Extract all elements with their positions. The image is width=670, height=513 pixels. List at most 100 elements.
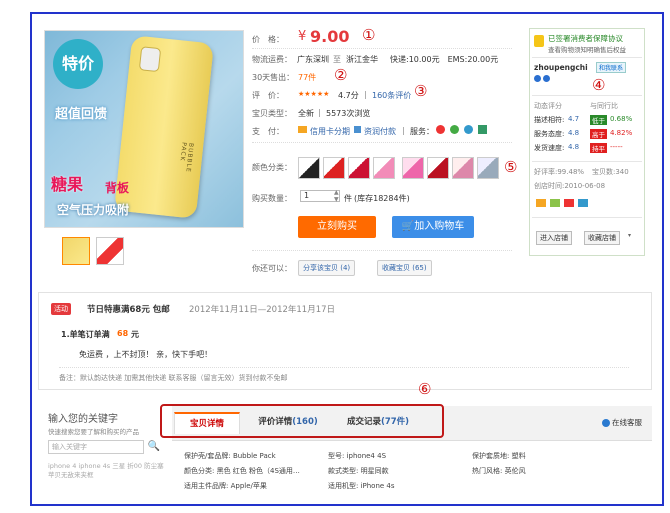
rating-sep: | — [364, 90, 367, 99]
price-label: 价 格： — [252, 35, 284, 44]
divider — [252, 250, 512, 251]
color-swatch[interactable] — [373, 157, 395, 179]
search-input[interactable]: 输入关键字 — [48, 440, 144, 454]
guarantee-subtitle[interactable]: 查看购物须知明确售后权益 — [548, 44, 626, 54]
dynamic-rating-title: 动态评分 — [534, 102, 562, 110]
score-row-label: 发货速度: — [534, 144, 565, 152]
tab-transactions[interactable]: 成交记录(77件) — [336, 412, 420, 432]
service-label: 服务： — [410, 127, 434, 136]
buy-now-button[interactable]: 立刻购买 — [298, 216, 376, 238]
shop-search-panel: 输入您的关键字 快速搜索您要了解和购买的产品 输入关键字 🔍 iphone 4 … — [42, 406, 168, 504]
service-icon — [550, 199, 560, 207]
ship-sep: 至 — [333, 55, 341, 64]
share-button[interactable]: 分享该宝贝 (4) — [298, 260, 356, 276]
shop-created: 创店时间:2010-06-08 — [534, 182, 606, 190]
attribute-item: 保护壳/套品牌: Bubble Pack — [184, 452, 276, 460]
seller-panel: 已签署消费者保障协议 查看购物须知明确售后权益 zhoupengchi 和我联系… — [529, 28, 645, 256]
promo-badge: 活动 — [51, 303, 71, 315]
tab-count: (77件) — [380, 417, 410, 427]
item-count: 宝贝数:340 — [592, 168, 629, 176]
online-service-link[interactable]: 在线客服 — [612, 417, 642, 428]
color-swatch[interactable] — [477, 157, 499, 179]
tab-label: 宝贝详情 — [189, 419, 224, 429]
divider — [532, 161, 642, 162]
marker-3: ③ — [414, 82, 428, 100]
special-price-badge: 特价 — [53, 39, 103, 89]
contact-seller-button[interactable]: 和我联系 — [596, 62, 627, 73]
color-swatch[interactable] — [298, 157, 320, 179]
compare-title: 与同行比 — [590, 102, 618, 110]
marker-2: ② — [334, 66, 348, 84]
photo-text-suction: 空气压力吸附 — [57, 203, 130, 217]
score-row-label: 描述相符: — [534, 116, 565, 124]
cart-icon: 🛒 — [401, 221, 415, 232]
promotion-box: 活动 节日特惠满68元 包邮 2012年11月11日—2012年11月17日 1… — [38, 292, 652, 390]
seller-level-icon — [534, 75, 541, 82]
thumbnail-1[interactable] — [62, 237, 90, 265]
ship-to[interactable]: 浙江金华 — [346, 54, 378, 65]
seller-level-icon — [543, 75, 550, 82]
thumbnail-2[interactable] — [96, 237, 124, 265]
quantity-unit: 件 — [344, 194, 352, 203]
marker-5: ⑤ — [504, 158, 518, 176]
color-swatch[interactable] — [402, 157, 424, 179]
marker-4: ④ — [592, 76, 606, 94]
compare-tag: 低于 — [590, 115, 607, 125]
attribute-item: 款式类型: 明星同款 — [328, 467, 389, 475]
search-icon[interactable]: 🔍 — [146, 440, 162, 454]
camera-hole — [138, 46, 162, 73]
tab-item-detail[interactable]: 宝贝详情 — [174, 412, 240, 434]
item-type-label: 宝贝类型： — [252, 109, 292, 118]
credit-installment-link[interactable]: 信用卡分期 — [310, 126, 350, 137]
favorite-item-button[interactable]: 收藏宝贝 (65) — [377, 260, 432, 276]
promo-benefit: 免运费 ，上不封顶！ 亲，快下手吧！ — [79, 350, 213, 359]
photo-text-candy: 糖果 — [51, 175, 84, 194]
item-type-sep: | — [318, 108, 321, 117]
coupon-pay-link[interactable]: 资润付款 — [364, 126, 396, 137]
promo-dates: 2012年11月11日—2012年11月17日 — [189, 305, 336, 315]
credit-card-icon — [298, 126, 307, 133]
enter-shop-button[interactable]: 进入店铺 — [536, 231, 572, 245]
rating-reviews-link[interactable]: 160条评价 — [372, 90, 411, 101]
color-swatch[interactable] — [348, 157, 370, 179]
quantity-stepper-icon[interactable]: ▲ ▼ — [334, 189, 339, 203]
divider — [532, 95, 642, 96]
rating-score: 4.7分 — [338, 91, 359, 100]
chevron-down-icon[interactable]: ▾ — [628, 232, 631, 239]
color-swatch[interactable] — [452, 157, 474, 179]
seller-name[interactable]: zhoupengchi — [534, 63, 588, 72]
quantity-stock: (库存18284件) — [354, 194, 410, 203]
marker-1: ① — [362, 26, 376, 44]
guarantee-icon — [578, 199, 588, 207]
color-swatch[interactable] — [427, 157, 449, 179]
search-hint: iphone 4 iphone 4s 三星 折00 防尘塞 苹贝无敌来夹框 — [48, 462, 164, 479]
divider — [532, 57, 642, 58]
add-to-cart-button[interactable]: 🛒加入购物车 — [392, 216, 474, 238]
service-guarantee-icon[interactable] — [464, 125, 473, 134]
guarantee-title[interactable]: 已签署消费者保障协议 — [548, 33, 623, 44]
service-badge-icon[interactable] — [436, 125, 445, 134]
price-value: 9.00 — [310, 27, 350, 46]
return-icon — [564, 199, 574, 207]
sales-label: 30天售出： — [252, 73, 295, 82]
attribute-item: 适用主件品牌: Apple/苹果 — [184, 482, 267, 490]
compare-tag: 高于 — [590, 129, 607, 139]
marker-6: ⑥ — [418, 380, 432, 398]
promo-rule-prefix: 1.单笔订单满 — [61, 330, 110, 339]
tab-reviews[interactable]: 评价详情(160) — [250, 412, 326, 432]
promo-rule-suffix: 元 — [131, 330, 139, 339]
service-return-icon[interactable] — [450, 125, 459, 134]
divider — [252, 142, 512, 143]
search-title: 输入您的关键字 — [48, 414, 118, 425]
promo-title: 节日特惠满68元 包邮 — [87, 305, 170, 315]
photo-text-backplate: 背板 — [105, 181, 130, 195]
search-subtitle: 快速搜索您要了解和购买的产品 — [48, 428, 139, 436]
compare-tag: 持平 — [590, 143, 607, 153]
product-main-image[interactable]: 特价 BUBBLE PACK 超值回馈 糖果 背板 空气压力吸附 — [44, 30, 244, 228]
color-label: 颜色分类： — [252, 163, 292, 172]
payment-label: 支 付： — [252, 127, 284, 136]
service-invoice-icon[interactable] — [478, 125, 487, 134]
favorite-shop-button[interactable]: 收藏店铺 — [584, 231, 620, 245]
attribute-item: 热门风格: 英伦风 — [472, 467, 526, 475]
color-swatch[interactable] — [323, 157, 345, 179]
